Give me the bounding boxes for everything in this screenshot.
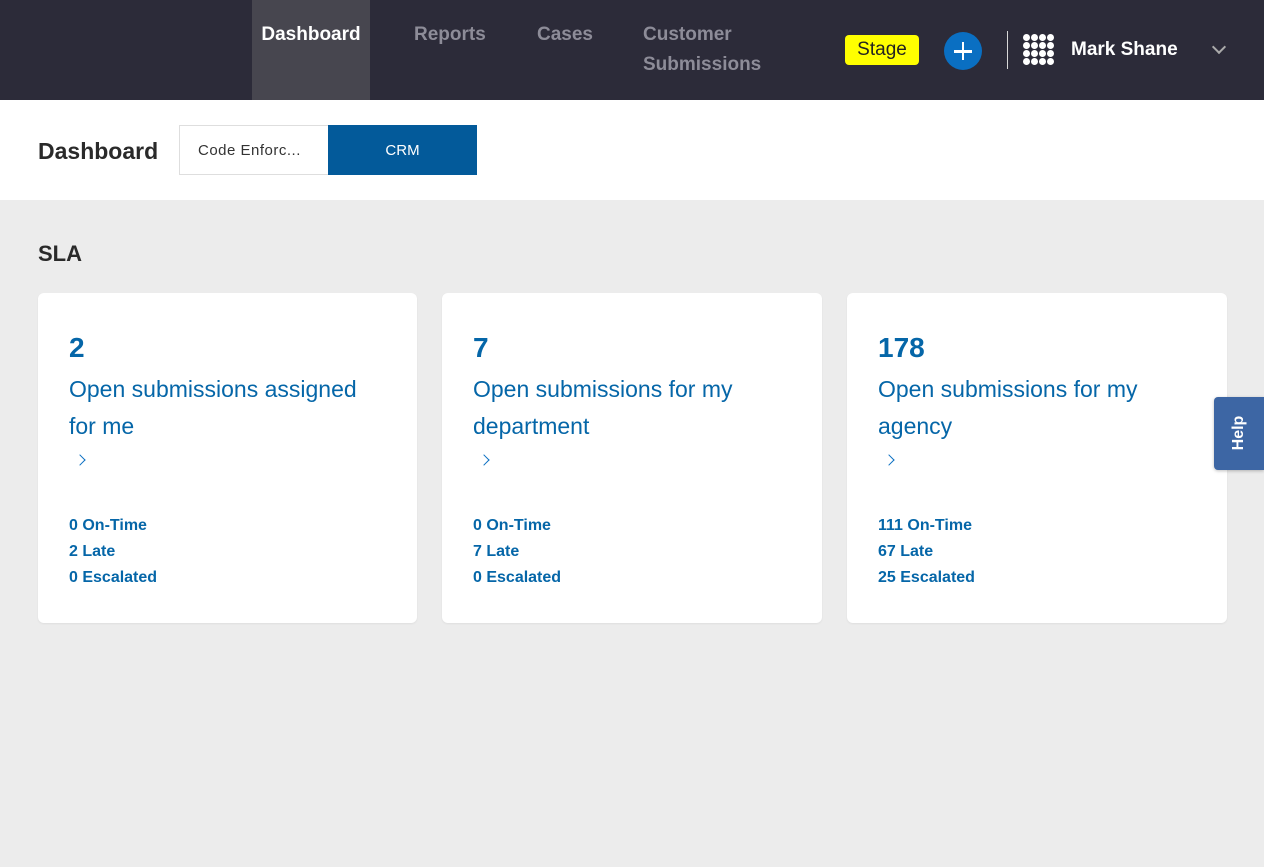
chevron-right-icon[interactable] bbox=[883, 454, 895, 466]
stat-late[interactable]: 67 Late bbox=[878, 541, 933, 563]
card-title[interactable]: Open submissions assigned for me bbox=[69, 371, 389, 445]
card-title[interactable]: Open submissions for my department bbox=[473, 371, 793, 445]
stat-on-time[interactable]: 0 On-Time bbox=[69, 515, 147, 537]
sla-card-my-agency[interactable]: 178 Open submissions for my agency 111 O… bbox=[847, 293, 1227, 623]
plus-circle-icon[interactable] bbox=[944, 32, 982, 70]
card-count: 2 bbox=[69, 332, 85, 363]
sla-card-assigned-to-me[interactable]: 2 Open submissions assigned for me 0 On-… bbox=[38, 293, 417, 623]
chevron-right-icon[interactable] bbox=[478, 454, 490, 466]
nav-tab-dashboard[interactable]: Dashboard bbox=[252, 0, 370, 100]
nav-divider bbox=[1007, 31, 1008, 69]
nav-tab-customer-submissions[interactable]: Customer Submissions bbox=[643, 0, 783, 100]
stat-on-time[interactable]: 111 On-Time bbox=[878, 515, 972, 537]
help-tab[interactable]: Help bbox=[1214, 397, 1264, 470]
environment-badge: Stage bbox=[845, 35, 919, 65]
nav-tab-cases[interactable]: Cases bbox=[537, 0, 593, 100]
stat-on-time[interactable]: 0 On-Time bbox=[473, 515, 551, 537]
user-name[interactable]: Mark Shane bbox=[1071, 37, 1178, 63]
top-navigation-bar: Dashboard Reports Cases Customer Submiss… bbox=[0, 0, 1264, 100]
section-title-sla: SLA bbox=[38, 241, 82, 266]
toggle-crm[interactable]: CRM bbox=[328, 125, 477, 175]
stat-escalated[interactable]: 25 Escalated bbox=[878, 567, 975, 589]
stat-late[interactable]: 7 Late bbox=[473, 541, 519, 563]
chevron-down-icon[interactable] bbox=[1211, 39, 1227, 55]
card-title[interactable]: Open submissions for my agency bbox=[878, 371, 1198, 445]
grid-dots-icon[interactable] bbox=[1023, 34, 1055, 66]
stat-escalated[interactable]: 0 Escalated bbox=[473, 567, 561, 589]
page-title: Dashboard bbox=[38, 138, 159, 164]
stat-late[interactable]: 2 Late bbox=[69, 541, 115, 563]
stat-escalated[interactable]: 0 Escalated bbox=[69, 567, 157, 589]
sla-card-my-department[interactable]: 7 Open submissions for my department 0 O… bbox=[442, 293, 822, 623]
nav-tab-reports[interactable]: Reports bbox=[414, 0, 486, 100]
card-count: 178 bbox=[878, 332, 925, 363]
toggle-code-enforcement[interactable]: Code Enforc... bbox=[179, 125, 329, 175]
card-count: 7 bbox=[473, 332, 489, 363]
chevron-right-icon[interactable] bbox=[74, 454, 86, 466]
help-label: Help bbox=[1230, 415, 1247, 451]
